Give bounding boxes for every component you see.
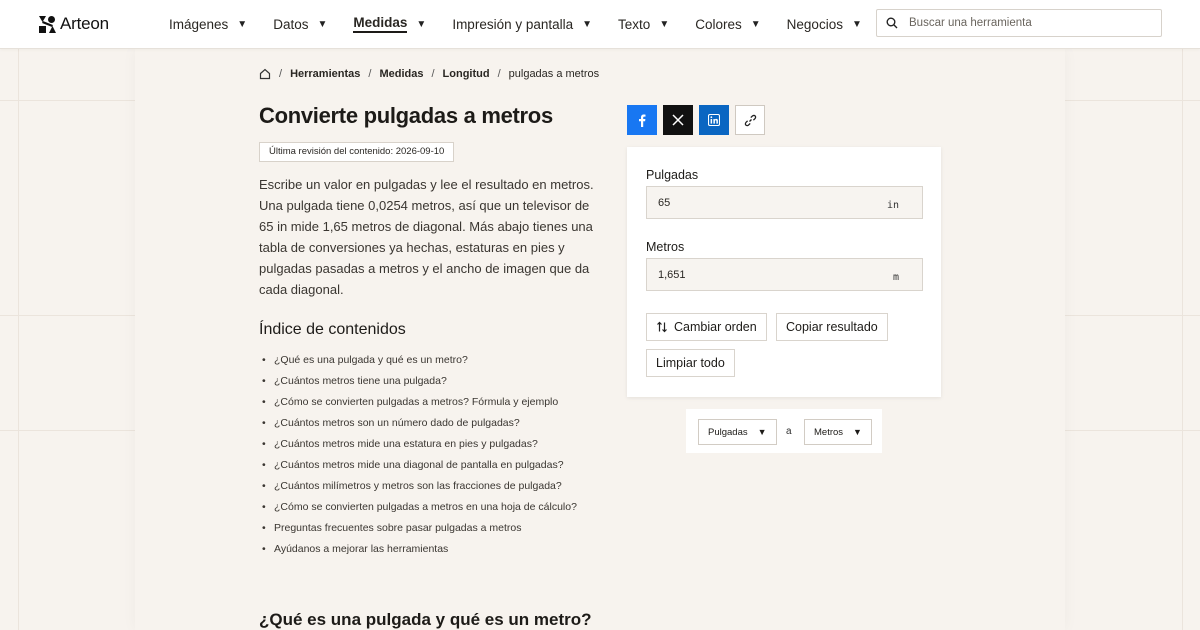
breadcrumb-separator: /	[368, 68, 372, 80]
unit-between-label: a	[786, 426, 792, 437]
caret-down-icon: ▼	[659, 18, 670, 30]
review-date-badge: Última revisión del contenido: 2026-09-1…	[259, 142, 455, 162]
toc-link[interactable]: Preguntas frecuentes sobre pasar pulgada…	[259, 518, 577, 539]
breadcrumb-medidas[interactable]: Medidas	[379, 68, 423, 80]
search-input[interactable]	[907, 16, 1151, 30]
nav-item-texto[interactable]: Texto ▼	[618, 0, 669, 48]
caret-down-icon: ▼	[317, 18, 328, 30]
x-icon	[672, 114, 684, 126]
unit-selector: Pulgadas ▼ a Metros ▼	[686, 409, 882, 453]
nav-item-impresion[interactable]: Impresión y pantalla ▼	[452, 0, 592, 48]
table-of-contents: ¿Qué es una pulgada y qué es un metro? ¿…	[259, 350, 577, 560]
intro-paragraph: Escribe un valor en pulgadas y lee el re…	[259, 177, 594, 297]
toc-link[interactable]: ¿Cuántos metros tiene una pulgada?	[259, 371, 577, 392]
toc-link[interactable]: ¿Cómo se convierten pulgadas a metros en…	[259, 497, 577, 518]
swap-arrows-icon	[657, 321, 667, 333]
inches-input[interactable]	[656, 195, 880, 210]
inches-unit-label: in	[886, 200, 899, 211]
nav-item-datos[interactable]: Datos ▼	[273, 0, 327, 48]
arteon-logo-icon	[39, 15, 56, 33]
caret-down-icon: ▼	[750, 18, 761, 30]
breadcrumb: / Herramientas / Medidas / Longitud / pu…	[259, 68, 599, 80]
toc-link[interactable]: ¿Cuántos metros mide una estatura en pie…	[259, 434, 577, 455]
copy-link-button[interactable]	[735, 105, 765, 135]
toc-link[interactable]: ¿Cómo se convierten pulgadas a metros? F…	[259, 392, 577, 413]
home-icon[interactable]	[259, 68, 271, 80]
share-x-button[interactable]	[663, 105, 693, 135]
caret-down-icon: ▼	[582, 18, 593, 30]
linkedin-icon	[708, 114, 720, 126]
swap-order-button[interactable]: Cambiar orden	[646, 313, 767, 341]
nav-item-colores[interactable]: Colores ▼	[695, 0, 760, 48]
meters-input[interactable]	[656, 267, 880, 282]
meters-field: m	[646, 258, 923, 291]
converter-card: Pulgadas in Metros m Cambiar orden Copia…	[627, 147, 941, 397]
toc-link[interactable]: ¿Cuántos metros mide una diagonal de pan…	[259, 455, 577, 476]
input-label: Pulgadas	[646, 168, 699, 182]
share-linkedin-button[interactable]	[699, 105, 729, 135]
caret-down-icon: ▼	[757, 427, 767, 437]
search-icon	[886, 17, 898, 29]
breadcrumb-separator: /	[497, 68, 501, 80]
output-label: Metros	[646, 240, 685, 254]
caret-down-icon: ▼	[851, 18, 862, 30]
inches-field: in	[646, 186, 923, 219]
brand-name: Arteon	[60, 14, 109, 33]
main-nav: Imágenes ▼ Datos ▼ Medidas ▼ Impresión y pa…	[169, 0, 888, 48]
caret-down-icon: ▼	[416, 18, 427, 30]
toc-link[interactable]: ¿Cuántos metros son un número dado de pu…	[259, 413, 577, 434]
breadcrumb-longitud[interactable]: Longitud	[443, 68, 490, 80]
toc-link[interactable]: Ayúdanos a mejorar las herramientas	[259, 539, 577, 560]
nav-item-negocios[interactable]: Negocios ▼	[787, 0, 862, 48]
page-title: Convierte pulgadas a metros	[259, 103, 553, 128]
meters-unit-label: m	[892, 272, 899, 283]
copy-result-button[interactable]: Copiar resultado	[776, 313, 888, 341]
toc-link[interactable]: ¿Qué es una pulgada y qué es un metro?	[259, 350, 577, 371]
nav-item-medidas[interactable]: Medidas ▼	[353, 0, 426, 48]
facebook-icon	[639, 114, 646, 127]
breadcrumb-herramientas[interactable]: Herramientas	[290, 68, 360, 80]
breadcrumb-current: pulgadas a metros	[508, 68, 600, 80]
share-buttons	[627, 105, 765, 135]
breadcrumb-separator: /	[279, 68, 283, 80]
share-facebook-button[interactable]	[627, 105, 657, 135]
from-unit-select[interactable]: Pulgadas ▼	[698, 419, 777, 445]
breadcrumb-separator: /	[431, 68, 435, 80]
top-navigation-bar: Arteon Imágenes ▼ Datos ▼ Medidas ▼ Impresi…	[0, 0, 1200, 49]
toc-link[interactable]: ¿Cuántos milímetros y metros son las fra…	[259, 476, 577, 497]
section-heading: ¿Qué es una pulgada y qué es un metro?	[259, 610, 592, 629]
clear-all-button[interactable]: Limpiar todo	[646, 349, 735, 377]
caret-down-icon: ▼	[237, 18, 248, 30]
nav-item-imagenes[interactable]: Imágenes ▼	[169, 0, 247, 48]
link-icon	[744, 114, 756, 126]
brand-logo[interactable]: Arteon	[39, 14, 109, 34]
main-content: / Herramientas / Medidas / Longitud / pu…	[135, 48, 1065, 630]
caret-down-icon: ▼	[853, 427, 862, 437]
search-box	[876, 9, 1162, 37]
toc-title: Índice de contenidos	[259, 321, 406, 338]
to-unit-select[interactable]: Metros ▼	[804, 419, 872, 445]
